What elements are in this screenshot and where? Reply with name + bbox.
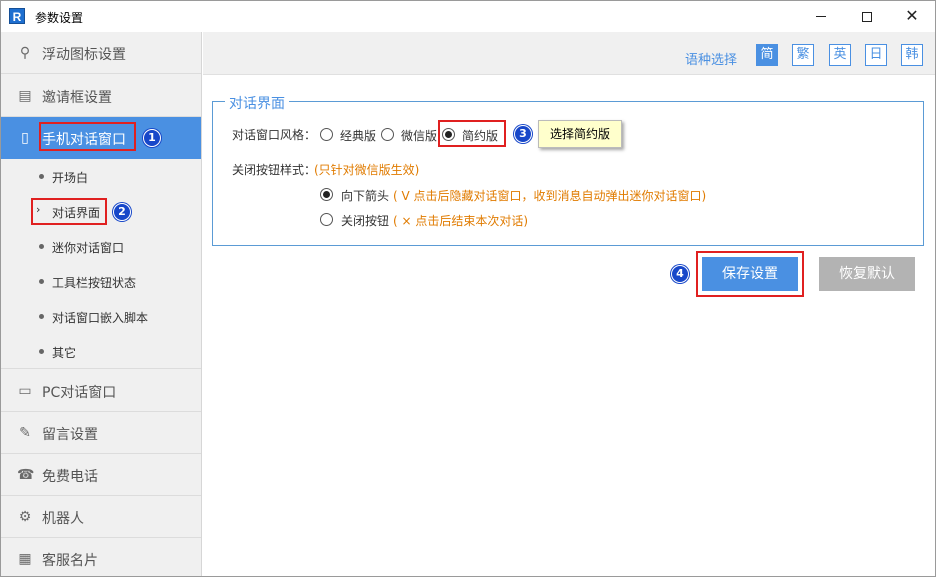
sidebar-item-label: 邀请框设置: [42, 90, 112, 106]
sidebar-item-float-icon[interactable]: ⚲ 浮动图标设置: [1, 32, 201, 74]
radio-down-arrow[interactable]: [320, 188, 333, 201]
radio-classic[interactable]: [320, 128, 333, 141]
sidebar-item-label: 免费电话: [42, 469, 98, 485]
bullet-icon: [39, 349, 44, 354]
close-button-hint: ( × 点击后结束本次对话): [393, 214, 529, 228]
radio-classic-label[interactable]: 经典版: [340, 127, 376, 144]
step-badge-1: 1: [143, 129, 161, 147]
sidebar-item-robot[interactable]: ⚙ 机器人: [1, 496, 201, 538]
sidebar-item-label: PC对话窗口: [42, 385, 117, 401]
sidebar-item-label: 机器人: [42, 511, 84, 527]
step-badge-2: 2: [113, 203, 131, 221]
subitem-label: 对话窗口嵌入脚本: [52, 311, 149, 325]
step-badge-4: 4: [671, 265, 689, 283]
language-label: 语种选择: [685, 53, 738, 68]
sidebar: ⚲ 浮动图标设置 ▤ 邀请框设置 ▯ 手机对话窗口 开场白 › 对话界面 迷你对…: [1, 32, 202, 576]
radio-wechat-label[interactable]: 微信版: [401, 127, 437, 144]
bullet-icon: [39, 279, 44, 284]
subitem-other[interactable]: 其它: [1, 334, 201, 369]
bullet-icon: [39, 314, 44, 319]
radio-close-button-label[interactable]: 关闭按钮: [341, 212, 389, 229]
tooltip-select-simple: 选择简约版: [538, 120, 622, 148]
sidebar-item-service-card[interactable]: ▦ 客服名片: [1, 538, 201, 580]
lang-traditional-button[interactable]: 繁: [792, 44, 814, 66]
document-icon: ▤: [18, 88, 32, 104]
maximize-icon: [862, 11, 872, 22]
sidebar-item-label: 浮动图标设置: [42, 47, 126, 63]
group-title: 对话界面: [225, 93, 289, 113]
close-style-label: 关闭按钮样式：: [232, 163, 317, 177]
lang-simplified-button[interactable]: 简: [756, 44, 778, 66]
window-title: 参数设置: [35, 11, 84, 25]
pin-icon: ⚲: [19, 45, 31, 61]
minimize-button[interactable]: [798, 1, 844, 32]
title-bar: R 参数设置 ✕: [1, 1, 935, 32]
save-button[interactable]: 保存设置: [702, 257, 798, 291]
sidebar-item-pc-chat[interactable]: ▭ PC对话窗口: [1, 370, 201, 412]
window-style-label: 对话窗口风格：: [232, 128, 317, 142]
close-icon: ✕: [905, 6, 919, 25]
sidebar-item-message[interactable]: ✎ 留言设置: [1, 412, 201, 454]
settings-window: R 参数设置 ✕ ⚲ 浮动图标设置 ▤ 邀请框设置 ▯ 手机对话窗口 开场白 ›…: [0, 0, 936, 577]
close-style-hint: (只针对微信版生效): [314, 163, 420, 177]
annotation-box-simple: [438, 120, 506, 147]
phone-icon: ▯: [21, 130, 29, 146]
subitem-opening[interactable]: 开场白: [1, 159, 201, 194]
sidebar-item-label: 客服名片: [42, 553, 98, 569]
subitem-label: 工具栏按钮状态: [52, 276, 137, 290]
bullet-icon: [39, 244, 44, 249]
step-badge-3: 3: [514, 125, 532, 143]
app-logo-icon: R: [9, 8, 25, 24]
subitem-toolbar-state[interactable]: 工具栏按钮状态: [1, 264, 201, 299]
subitem-mini-chat[interactable]: 迷你对话窗口: [1, 229, 201, 264]
lang-english-button[interactable]: 英: [829, 44, 851, 66]
annotation-box-mobile-chat: [39, 122, 136, 151]
minimize-icon: [816, 16, 826, 17]
subitem-label: 开场白: [52, 171, 89, 185]
radio-close-button[interactable]: [320, 213, 333, 226]
language-bar: 语种选择 简 繁 英 日 韩: [203, 32, 935, 75]
bullet-icon: [39, 174, 44, 179]
sidebar-item-label: 留言设置: [42, 427, 98, 443]
subitem-embed-script[interactable]: 对话窗口嵌入脚本: [1, 299, 201, 334]
sidebar-item-free-call[interactable]: ☎ 免费电话: [1, 454, 201, 496]
reset-default-button[interactable]: 恢复默认: [819, 257, 915, 291]
subitem-label: 迷你对话窗口: [52, 241, 125, 255]
radio-down-arrow-label[interactable]: 向下箭头: [341, 187, 389, 204]
robot-icon: ⚙: [18, 509, 32, 525]
maximize-button[interactable]: [844, 1, 890, 32]
down-arrow-hint: ( V 点击后隐藏对话窗口，收到消息自动弹出迷你对话窗口): [393, 189, 707, 203]
close-button[interactable]: ✕: [889, 1, 935, 32]
lang-korean-button[interactable]: 韩: [901, 44, 923, 66]
edit-icon: ✎: [19, 425, 31, 441]
sidebar-item-invite-box[interactable]: ▤ 邀请框设置: [1, 75, 201, 117]
subitem-label: 其它: [52, 346, 77, 360]
card-icon: ▦: [18, 551, 32, 567]
annotation-box-chat-interface: [31, 198, 107, 225]
lang-japanese-button[interactable]: 日: [865, 44, 887, 66]
telephone-icon: ☎: [17, 467, 35, 483]
radio-wechat[interactable]: [381, 128, 394, 141]
monitor-icon: ▭: [18, 383, 32, 399]
